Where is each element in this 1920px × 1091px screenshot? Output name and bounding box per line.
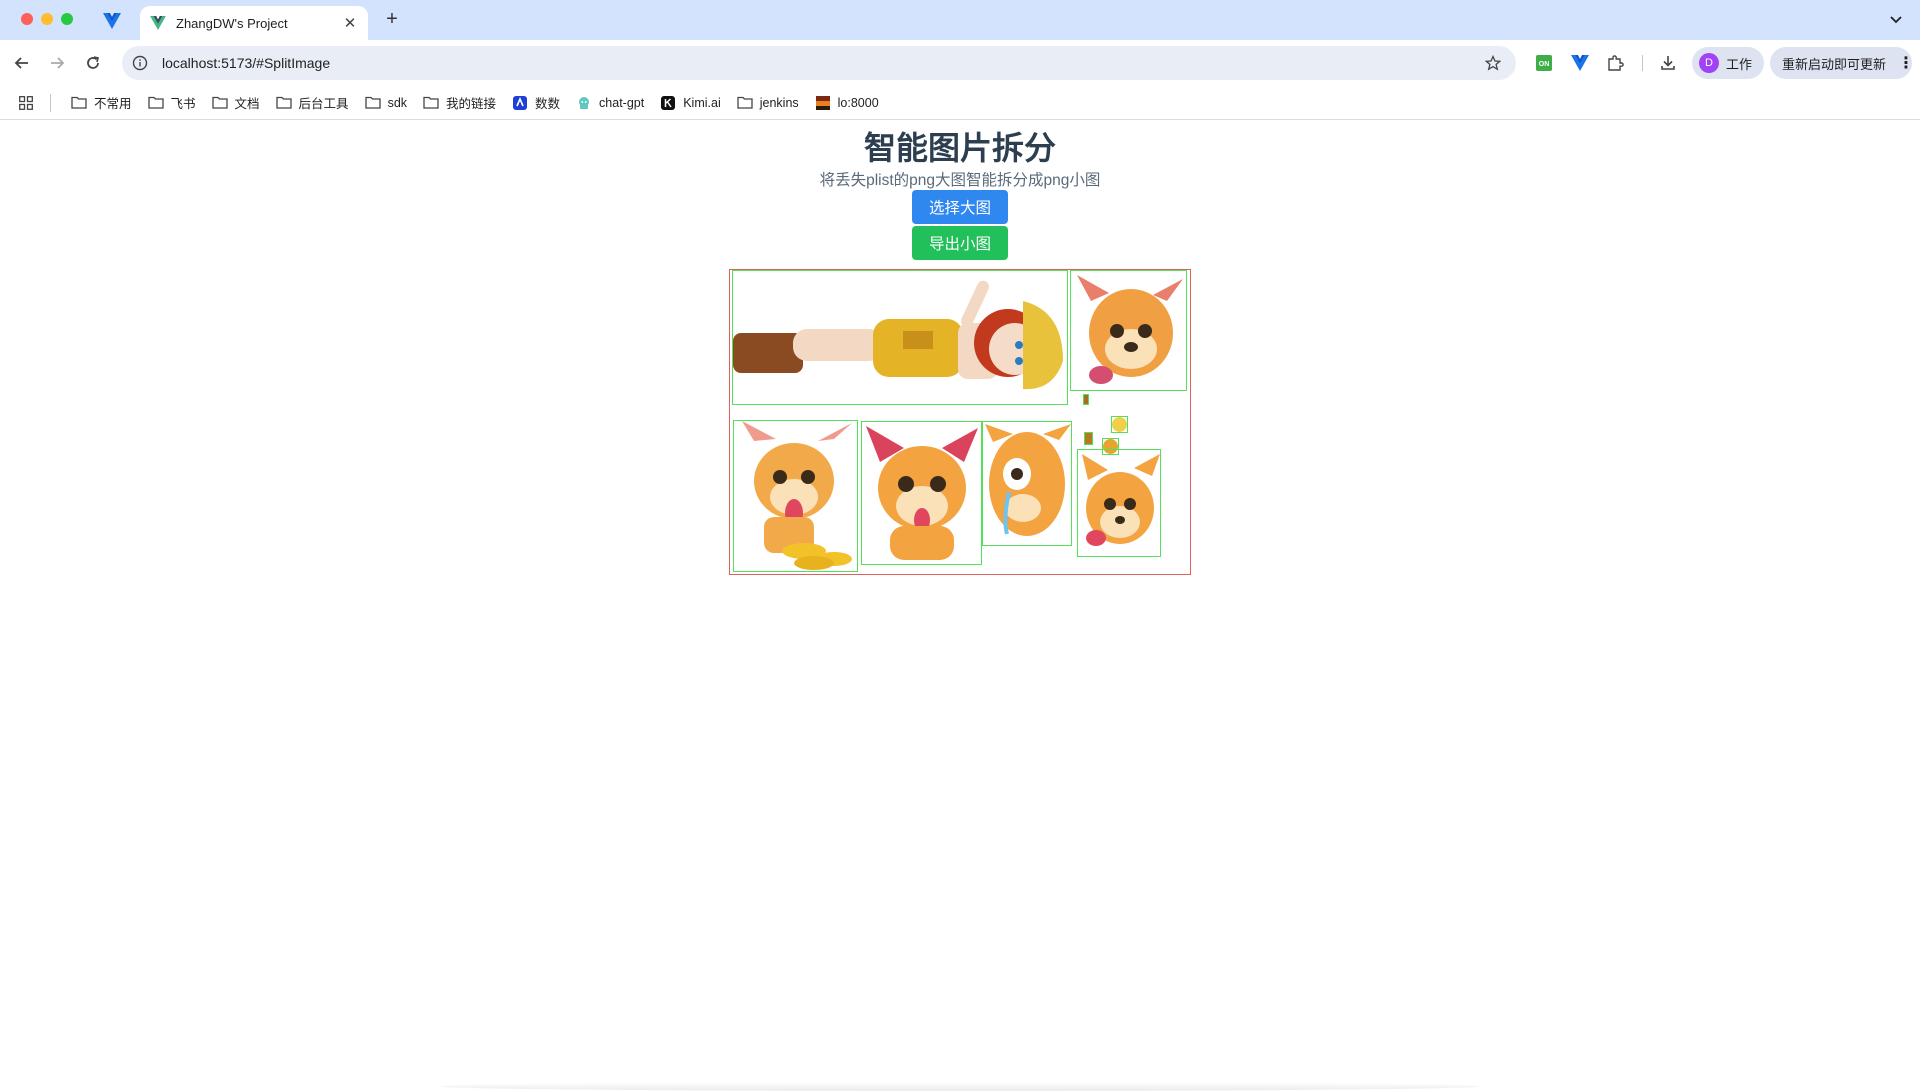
folder-icon <box>737 95 753 111</box>
tab-active[interactable]: ZhangDW's Project ✕ <box>140 6 368 40</box>
apps-grid-icon[interactable] <box>16 93 36 113</box>
bookmark-label: jenkins <box>759 95 799 110</box>
page-content: 智能图片拆分 将丢失plist的png大图智能拆分成png小图 选择大图 导出小… <box>0 121 1920 1091</box>
profile-name: 工作 <box>1726 56 1753 72</box>
sprite-fragment-2 <box>1111 416 1128 433</box>
extension-on-icon[interactable]: ON <box>1532 51 1556 75</box>
image-preview-canvas <box>729 269 1191 575</box>
bookmark-shushu[interactable]: 数数 <box>504 90 568 116</box>
bookmarks-bar: 不常用 飞书 文档 后台工具 sdk 我的链接 数数 chat-gpt Kimi… <box>0 86 1920 120</box>
tab-title: ZhangDW's Project <box>176 15 288 31</box>
bookmark-label: sdk <box>387 95 408 110</box>
window-bottom-shadow <box>440 1082 1480 1091</box>
bookmark-label: 后台工具 <box>298 97 349 111</box>
profile-button[interactable]: D 工作 <box>1692 47 1764 79</box>
toolbar-divider <box>1642 55 1643 71</box>
close-window-button[interactable] <box>21 13 33 25</box>
arrow-left-icon <box>14 57 28 69</box>
new-tab-button[interactable]: + <box>380 8 404 32</box>
extension-badge: ON <box>1539 61 1550 68</box>
folder-icon <box>364 95 381 111</box>
pinned-tab[interactable] <box>98 8 126 34</box>
sprite-dog-coins <box>733 420 858 572</box>
bookmark-label: 我的链接 <box>446 97 497 111</box>
downloads-icon[interactable] <box>1656 51 1680 75</box>
folder-icon <box>71 95 87 111</box>
bookmark-folder-wendang[interactable]: 文档 <box>204 90 268 116</box>
select-image-button[interactable]: 选择大图 <box>912 190 1008 224</box>
tab-strip: ZhangDW's Project ✕ + <box>0 0 1920 40</box>
bookmark-folder-buchangyong[interactable]: 不常用 <box>63 90 140 116</box>
minimize-window-button[interactable] <box>41 13 53 25</box>
girl-sprite-image <box>733 280 1063 390</box>
bookmark-label: lo:8000 <box>837 95 879 110</box>
site-info-icon[interactable] <box>132 55 148 71</box>
dog-sprite-image <box>1082 454 1160 546</box>
sprite-fragment-1 <box>1083 394 1089 405</box>
kimi-icon <box>660 95 676 111</box>
bookmark-label: Kimi.ai <box>683 95 721 110</box>
bookmark-star-icon[interactable] <box>1484 54 1502 72</box>
vue-logo-icon <box>103 13 121 29</box>
back-button[interactable] <box>8 49 36 77</box>
address-bar[interactable]: localhost:5173/#SplitImage <box>122 46 1516 80</box>
bookmark-folder-jenkins[interactable]: jenkins <box>729 90 807 116</box>
tab-search-button[interactable] <box>1884 8 1908 32</box>
toolbar: localhost:5173/#SplitImage ON D 工作 重新启动即… <box>0 40 1920 86</box>
sprite-dog-4 <box>1077 449 1161 557</box>
folder-icon <box>211 95 228 111</box>
bookmark-chatgpt[interactable]: chat-gpt <box>568 90 652 116</box>
reload-button[interactable] <box>79 49 107 77</box>
bookmark-lo8000[interactable]: lo:8000 <box>807 90 887 116</box>
extensions-puzzle-icon[interactable] <box>1603 51 1627 75</box>
vue-devtools-icon[interactable] <box>1568 51 1592 75</box>
bookmark-folder-houtai[interactable]: 后台工具 <box>268 90 357 116</box>
site-icon <box>815 95 831 111</box>
bookmark-label: 数数 <box>535 97 561 111</box>
bookmark-label: 文档 <box>234 97 260 111</box>
bookmark-folder-feishu[interactable]: 飞书 <box>140 90 204 116</box>
reload-icon <box>87 56 99 69</box>
maximize-window-button[interactable] <box>61 13 73 25</box>
dog-sprite-image <box>985 424 1071 536</box>
arrow-right-icon <box>51 57 65 69</box>
shushu-icon <box>512 95 528 111</box>
bookmark-kimi[interactable]: Kimi.ai <box>652 90 729 116</box>
avatar: D <box>1699 53 1719 73</box>
bookmark-folder-sdk[interactable]: sdk <box>357 90 415 116</box>
dog-sprite-image <box>1077 275 1183 384</box>
update-label: 重新启动即可更新 <box>1782 56 1887 72</box>
bookmark-label: 不常用 <box>94 97 132 111</box>
folder-icon <box>275 95 292 111</box>
sprite-fragment-3 <box>1084 432 1093 445</box>
chatgpt-icon <box>576 95 592 111</box>
bookmark-label: 飞书 <box>170 97 196 111</box>
forward-button[interactable] <box>43 49 71 77</box>
dog-sprite-image <box>866 426 978 560</box>
folder-icon <box>423 95 439 111</box>
bookmarks-divider <box>50 93 51 112</box>
page-subtitle: 将丢失plist的png大图智能拆分成png小图 <box>819 172 1101 189</box>
address-url: localhost:5173/#SplitImage <box>162 55 331 71</box>
sprite-dog-1 <box>1070 270 1187 391</box>
dog-coins-sprite-image <box>742 421 852 570</box>
menu-dots-icon[interactable]: ⋮ <box>1898 53 1914 73</box>
folder-icon <box>147 95 164 111</box>
export-images-button[interactable]: 导出小图 <box>912 226 1008 260</box>
page-title: 智能图片拆分 <box>863 130 1056 166</box>
bookmark-folder-mylinks[interactable]: 我的链接 <box>415 90 504 116</box>
vue-logo-icon <box>150 15 166 31</box>
chevron-down-icon <box>1890 16 1902 24</box>
sprite-dog-3 <box>982 421 1072 546</box>
update-button[interactable]: 重新启动即可更新 ⋮ <box>1770 47 1914 79</box>
browser-window: ZhangDW's Project ✕ + localhost:5173/#Sp… <box>0 0 1920 1091</box>
tab-close-icon[interactable]: ✕ <box>342 14 358 32</box>
sprite-dog-2 <box>861 421 982 565</box>
bookmark-label: chat-gpt <box>599 95 645 110</box>
sprite-girl <box>732 270 1068 405</box>
